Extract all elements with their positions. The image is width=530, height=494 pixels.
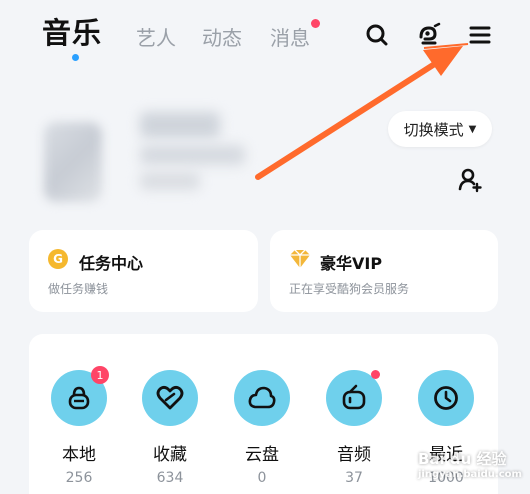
search-icon[interactable] bbox=[364, 22, 390, 48]
switch-mode-label: 切换模式 bbox=[403, 120, 464, 139]
task-center-subtitle: 做任务赚钱 bbox=[48, 282, 109, 296]
caret-down-icon: ▼ bbox=[468, 123, 477, 135]
quick-item-label: 收藏 bbox=[153, 445, 187, 465]
quick-item-audio[interactable]: 音频 37 bbox=[324, 370, 384, 486]
local-badge: 1 bbox=[91, 366, 109, 384]
messages-unread-dot bbox=[311, 19, 320, 28]
quick-item-count: 256 bbox=[65, 470, 93, 486]
watermark-url: jingyan.baidu.com bbox=[418, 469, 522, 480]
user-stats-blurred bbox=[140, 172, 200, 190]
username-blurred bbox=[140, 112, 220, 138]
switch-mode-button[interactable]: 切换模式 ▼ bbox=[388, 111, 492, 147]
audio-unread-dot bbox=[371, 370, 380, 379]
avatar[interactable] bbox=[44, 122, 102, 202]
active-tab-indicator bbox=[72, 54, 79, 61]
voice-assistant-icon[interactable] bbox=[416, 22, 442, 48]
tab-music[interactable]: 音乐 bbox=[42, 10, 102, 52]
diamond-icon bbox=[290, 249, 310, 268]
vip-subtitle: 正在享受酷狗会员服务 bbox=[289, 282, 410, 296]
local-music-icon: 1 bbox=[51, 366, 109, 426]
quick-item-local[interactable]: 1 本地 256 bbox=[49, 366, 109, 486]
quick-item-count: 0 bbox=[257, 470, 267, 486]
menu-icon[interactable] bbox=[467, 22, 493, 48]
vip-card[interactable]: 豪华VIP 正在享受酷狗会员服务 bbox=[270, 230, 498, 312]
audio-icon bbox=[326, 370, 382, 426]
vip-title: 豪华VIP bbox=[320, 254, 383, 273]
paw-icon bbox=[398, 456, 412, 472]
quick-item-label: 本地 bbox=[62, 445, 96, 465]
quick-item-label: 云盘 bbox=[245, 445, 279, 465]
quick-item-count: 37 bbox=[345, 470, 363, 486]
user-info-blurred bbox=[140, 145, 245, 165]
quick-item-label: 音频 bbox=[337, 445, 371, 465]
tab-messages[interactable]: 消息 bbox=[270, 22, 310, 51]
quick-item-favorites[interactable]: 收藏 634 bbox=[140, 370, 200, 486]
tab-artists[interactable]: 艺人 bbox=[136, 22, 176, 51]
clock-icon bbox=[418, 370, 474, 426]
tab-feed[interactable]: 动态 bbox=[202, 22, 242, 51]
watermark: Bai du 经验 jingyan.baidu.com bbox=[396, 447, 526, 481]
task-center-card[interactable]: G 任务中心 做任务赚钱 bbox=[29, 230, 258, 312]
task-center-title: 任务中心 bbox=[79, 254, 144, 273]
quick-item-cloud[interactable]: 云盘 0 bbox=[232, 370, 292, 486]
watermark-text: Bai du 经验 bbox=[418, 450, 507, 468]
coin-icon: G bbox=[48, 249, 68, 269]
cloud-icon bbox=[234, 370, 290, 426]
quick-item-count: 634 bbox=[156, 470, 184, 486]
heart-icon bbox=[142, 370, 198, 426]
add-user-icon[interactable] bbox=[456, 166, 484, 194]
